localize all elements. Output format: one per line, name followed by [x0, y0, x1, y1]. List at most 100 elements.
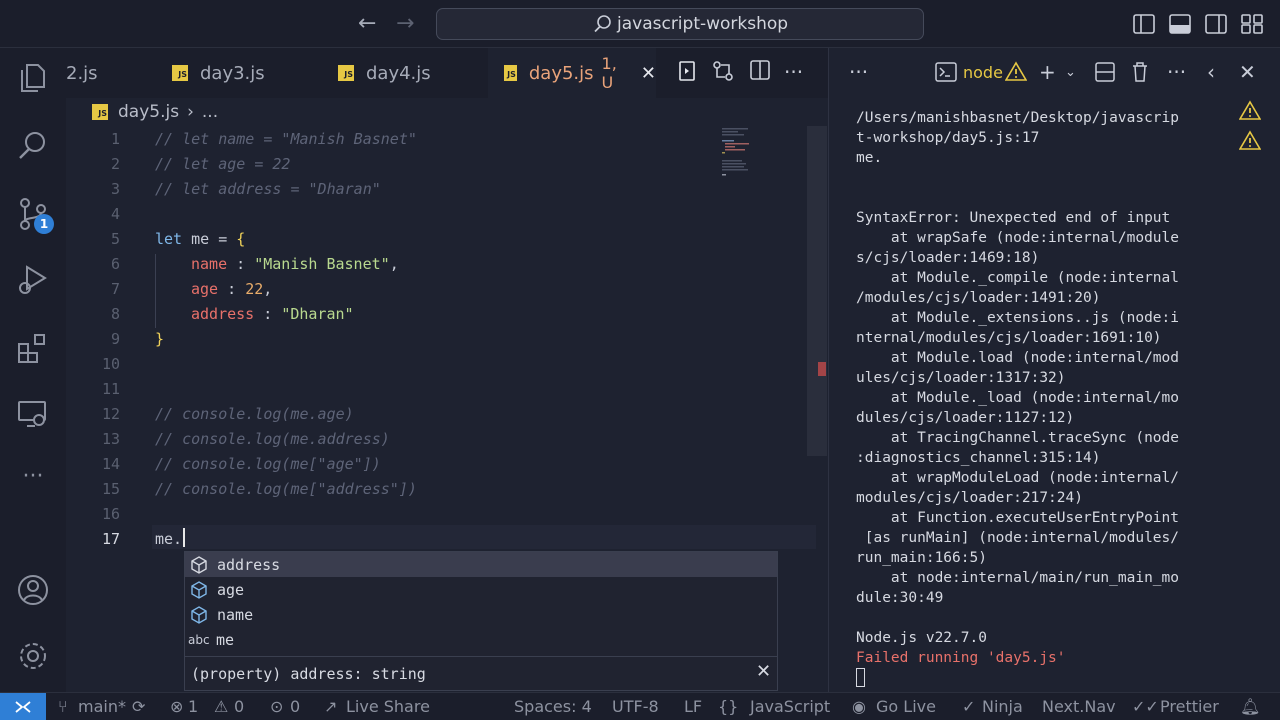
line-number: 14 — [101, 455, 120, 473]
chevron-down-icon[interactable]: ⌄ — [1065, 65, 1076, 80]
terminal-icon — [935, 62, 957, 82]
panel-more-icon[interactable]: ··· — [849, 60, 868, 84]
terminal-line: dules/cjs/loader:1127:12) — [856, 410, 1075, 426]
remote-indicator[interactable] — [0, 693, 46, 720]
search-icon[interactable] — [15, 128, 51, 164]
split-terminal-icon[interactable] — [1095, 62, 1115, 82]
ports-count[interactable]: 0 — [290, 697, 300, 716]
extensions-icon[interactable] — [15, 330, 51, 366]
terminal-line: at wrapModuleLoad (node:internal/ — [856, 470, 1180, 486]
tab-2js[interactable]: 2.js — [66, 48, 156, 98]
warning-icon — [1239, 100, 1261, 120]
split-editor-icon[interactable] — [750, 60, 770, 80]
code-text: , — [389, 255, 399, 273]
language-mode[interactable]: JavaScript — [750, 697, 830, 716]
new-terminal-icon[interactable]: + — [1039, 60, 1056, 84]
suggestion-label: age — [217, 580, 245, 599]
minimap[interactable] — [720, 126, 760, 176]
suggestion-item[interactable]: age — [185, 577, 777, 602]
terminal-line: s/cjs/loader:1469:18) — [856, 250, 1040, 266]
language-icon: {} — [718, 697, 739, 716]
go-live-icon: ◉ — [852, 697, 866, 716]
terminal-line: :diagnostics_channel:315:14) — [856, 450, 1101, 466]
sync-icon[interactable]: ⟳ — [132, 697, 145, 716]
terminal-cursor — [856, 668, 865, 687]
notifications-bell-icon[interactable]: 🔔︎ — [1240, 697, 1260, 716]
code-text: : — [218, 280, 246, 298]
close-tab-icon[interactable]: ✕ — [641, 63, 656, 84]
open-changes-icon[interactable] — [712, 60, 734, 82]
code-line: // console.log(me["address"]) — [155, 480, 417, 498]
suggestion-detail: (property) address: string — [185, 656, 777, 691]
text-kind-icon: abc — [188, 632, 210, 647]
close-panel-icon[interactable]: ✕ — [1239, 60, 1256, 84]
live-share[interactable]: Live Share — [346, 697, 430, 716]
end-of-line[interactable]: LF — [684, 697, 702, 716]
property: age — [191, 280, 219, 298]
terminal-more-icon[interactable]: ··· — [1167, 60, 1186, 84]
brace: { — [236, 230, 246, 248]
more-actions-icon[interactable]: ··· — [784, 60, 803, 84]
ninja[interactable]: Ninja — [982, 697, 1023, 716]
remote-icon — [15, 701, 31, 713]
indentation[interactable]: Spaces: 4 — [514, 697, 592, 716]
branch-name[interactable]: main* — [78, 697, 126, 716]
suggestion-item[interactable]: abc me — [185, 627, 777, 652]
more-icon[interactable]: ··· — [15, 464, 51, 500]
encoding[interactable]: UTF-8 — [612, 697, 659, 716]
prettier[interactable]: Prettier — [1160, 697, 1219, 716]
go-live[interactable]: Go Live — [876, 697, 936, 716]
indent-guide — [155, 254, 156, 328]
customize-layout-icon[interactable] — [1241, 14, 1263, 34]
open-preview-icon[interactable] — [678, 60, 696, 82]
terminal-line: Node.js v22.7.0 — [856, 630, 987, 646]
trash-icon[interactable] — [1131, 61, 1149, 83]
toggle-panel-icon[interactable] — [1169, 14, 1191, 34]
run-debug-icon[interactable] — [15, 262, 51, 298]
problems-errors[interactable]: 1 — [188, 697, 198, 716]
back-arrow-icon[interactable]: ← — [358, 12, 376, 36]
breadcrumb-more[interactable]: ... — [202, 102, 218, 122]
suggestion-label: address — [217, 555, 281, 574]
suggestion-item[interactable]: address — [185, 552, 777, 577]
line-number: 8 — [110, 305, 120, 323]
next-nav[interactable]: Next.Nav — [1042, 697, 1116, 716]
code-line: me. — [155, 530, 183, 548]
line-number: 10 — [101, 355, 120, 373]
line-number: 2 — [110, 155, 120, 173]
code-text: : — [227, 255, 255, 273]
warning-icon — [1005, 61, 1027, 81]
forward-arrow-icon[interactable]: → — [396, 12, 414, 36]
terminal-line: dule:30:49 — [856, 590, 944, 606]
code-text: : — [254, 305, 282, 323]
terminal-line: at TracingChannel.traceSync (node — [856, 430, 1180, 446]
problems-warnings[interactable]: 0 — [234, 697, 244, 716]
suggestion-item[interactable]: name — [185, 602, 777, 627]
remote-explorer-icon[interactable] — [15, 396, 51, 432]
tab-day5[interactable]: JS day5.js 1, U ✕ — [488, 48, 656, 98]
explorer-icon[interactable] — [15, 60, 51, 96]
line-number: 5 — [110, 230, 120, 248]
tab-status: 1, U — [601, 54, 617, 92]
property-icon — [191, 555, 207, 574]
settings-gear-icon[interactable] — [15, 638, 51, 674]
tab-day3[interactable]: JS day3.js — [156, 48, 322, 98]
code-line: let me = { — [155, 230, 245, 248]
terminal-line: run_main:166:5) — [856, 550, 987, 566]
toggle-secondary-sidebar-icon[interactable] — [1205, 14, 1227, 34]
string: "Dharan" — [281, 305, 354, 323]
terminal-name[interactable]: node — [963, 63, 1003, 82]
editor-scrollbar[interactable] — [807, 126, 827, 456]
accounts-icon[interactable] — [15, 572, 51, 608]
toggle-primary-sidebar-icon[interactable] — [1133, 14, 1155, 34]
terminal-line: /Users/manishbasnet/Desktop/javascrip — [856, 110, 1180, 126]
keyword: let — [155, 230, 183, 248]
tab-day4[interactable]: JS day4.js — [322, 48, 488, 98]
breadcrumb-file[interactable]: day5.js — [118, 102, 179, 122]
title-bar: ← → javascript-workshop — [0, 0, 1280, 48]
line-number: 15 — [101, 480, 120, 498]
close-icon[interactable]: ✕ — [756, 661, 771, 682]
suggestion-label: me — [216, 630, 235, 649]
chevron-left-icon[interactable]: ‹ — [1207, 60, 1215, 84]
command-center-search[interactable]: javascript-workshop — [436, 8, 924, 40]
